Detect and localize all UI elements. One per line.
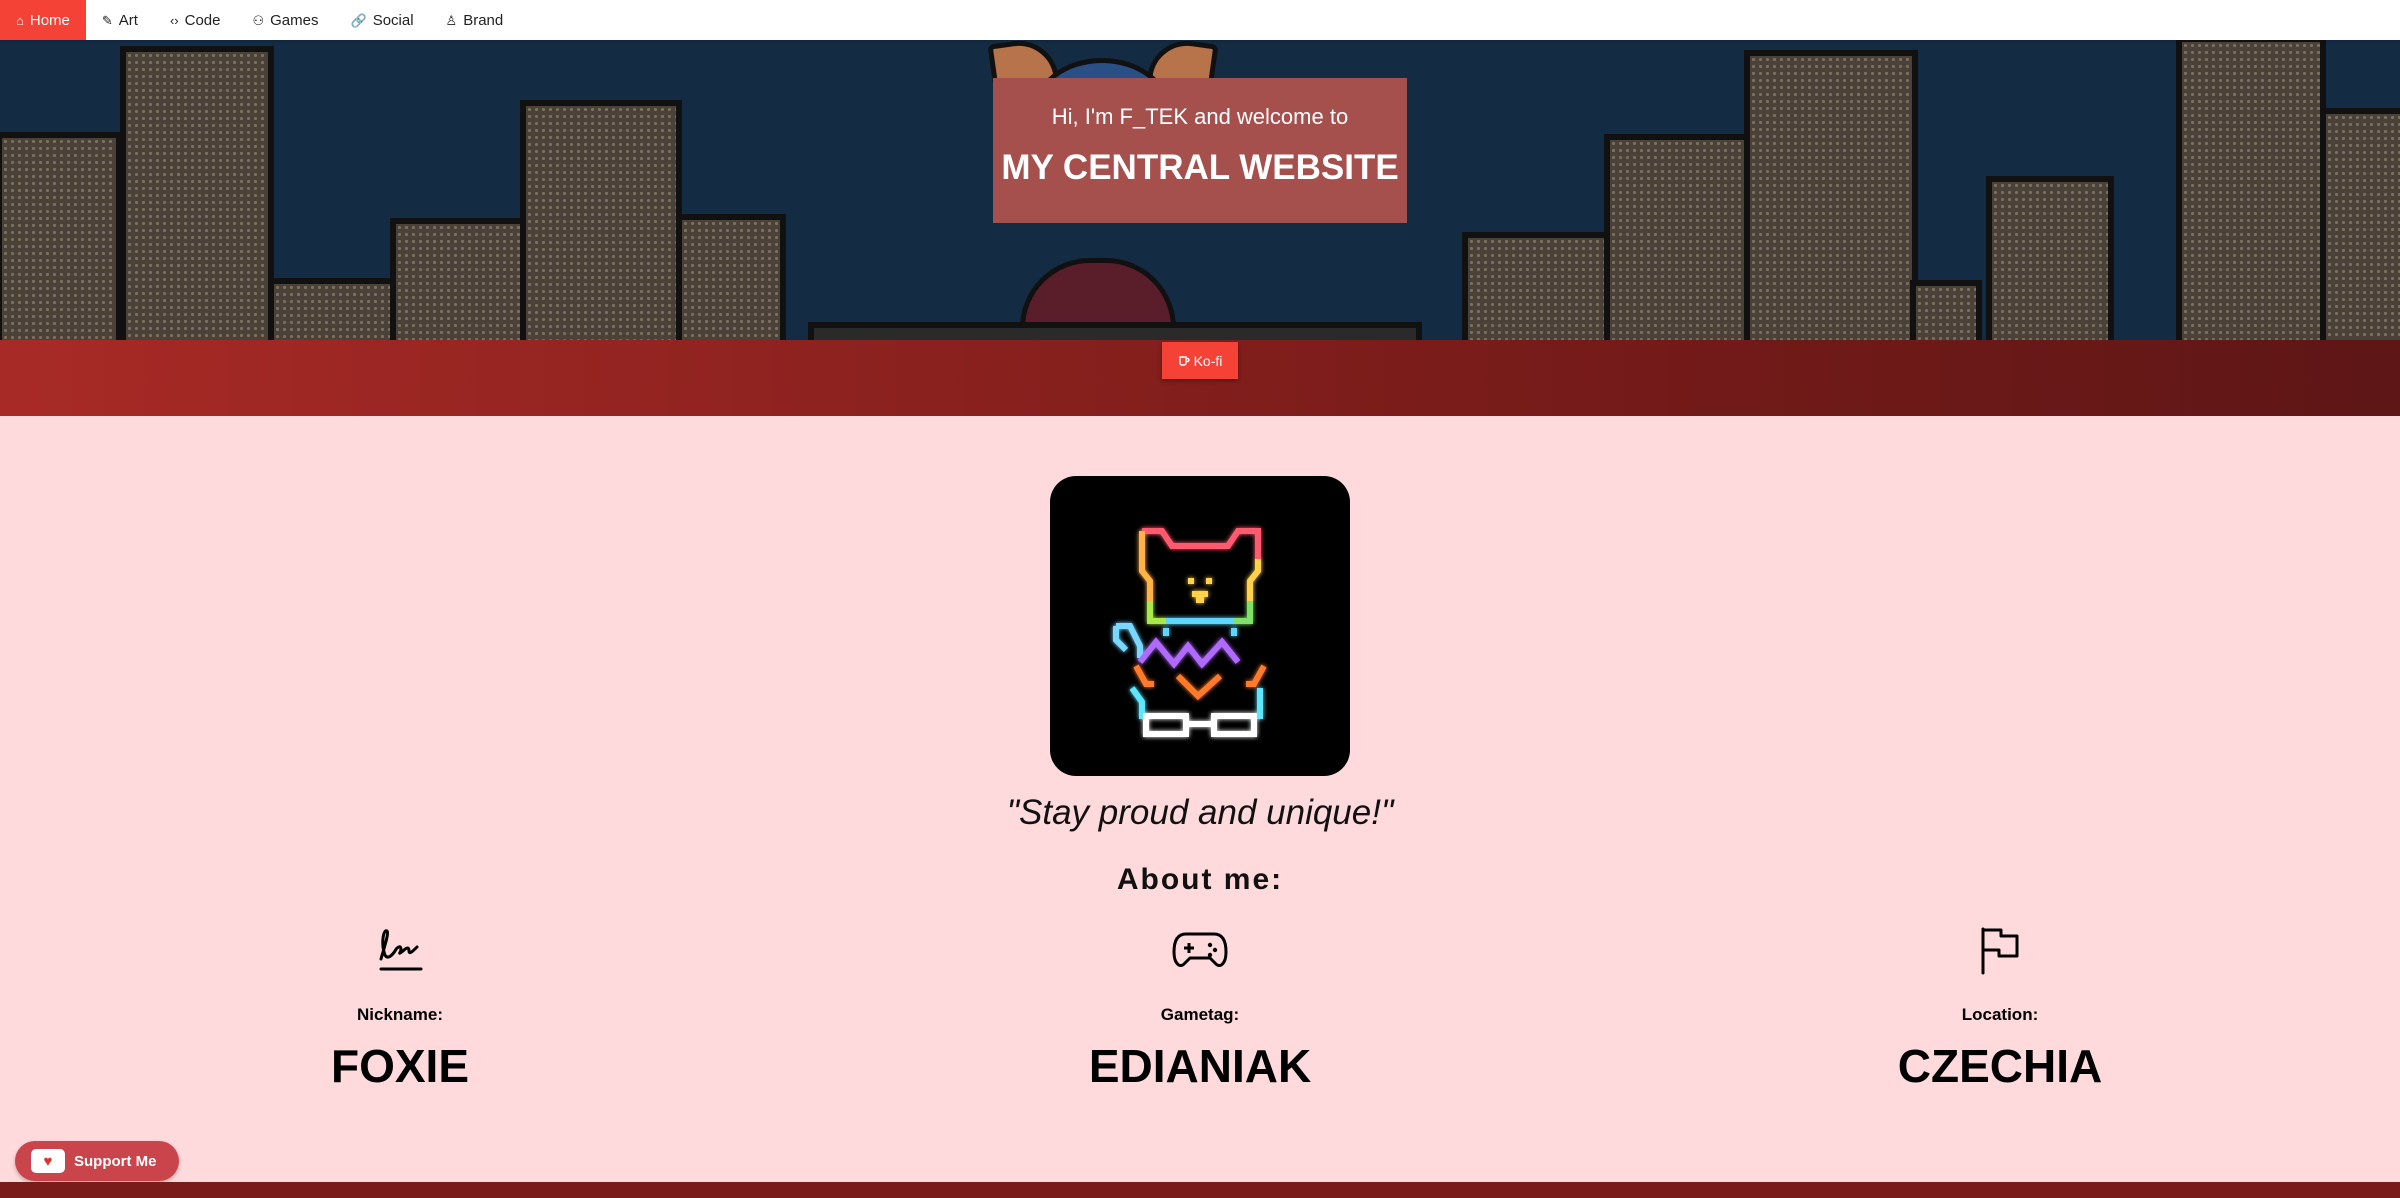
signature-icon [379, 929, 423, 971]
hero-title: MY CENTRAL WEBSITE [1001, 148, 1399, 187]
footer-bar [0, 1182, 2400, 1198]
nav-brand-label: Brand [463, 11, 504, 29]
avatar [1050, 476, 1350, 776]
nav-art-label: Art [118, 11, 138, 29]
quote: "Stay proud and unique!" [1006, 793, 1394, 832]
gamepad-icon [1172, 932, 1228, 967]
building [520, 100, 682, 340]
nav-art[interactable]: ✎ Art [86, 0, 154, 40]
nav-games-label: Games [270, 11, 319, 29]
building [1986, 176, 2114, 340]
desk [808, 322, 1422, 340]
user-icon: ♙ [445, 12, 458, 28]
pixel-fox-icon [1113, 528, 1267, 737]
nav-home[interactable]: ⌂ Home [0, 0, 86, 40]
gametag-label: Gametag: [1160, 1005, 1240, 1024]
nav-social-label: Social [372, 11, 414, 29]
building [0, 132, 122, 340]
building [1744, 50, 1918, 340]
code-icon: ‹› [169, 12, 179, 28]
link-icon: 🔗 [350, 12, 367, 28]
support-me-label: Support Me [74, 1152, 157, 1170]
building [2176, 40, 2326, 340]
nav-code[interactable]: ‹› Code [154, 0, 237, 40]
nav-games[interactable]: ⚇ Games [236, 0, 334, 40]
building [1604, 134, 1752, 340]
nickname-value: FOXIE [330, 1040, 470, 1092]
nav-brand[interactable]: ♙ Brand [430, 0, 520, 40]
nav-social[interactable]: 🔗 Social [335, 0, 430, 40]
hero-welcome-box: Hi, I'm F_TEK and welcome to MY CENTRAL … [993, 78, 1407, 223]
nickname-label: Nickname: [357, 1005, 443, 1024]
building [1910, 280, 1982, 340]
kofi-button[interactable]: Ko-fi [1162, 342, 1238, 379]
building [268, 278, 398, 340]
building [120, 46, 274, 340]
building [2320, 108, 2400, 340]
home-icon: ⌂ [16, 12, 24, 28]
about-nickname: Nickname: FOXIE [200, 920, 600, 1093]
about-location: Location: CZECHIA [1800, 920, 2200, 1093]
building [676, 214, 786, 340]
kofi-label: Ko-fi [1193, 352, 1223, 369]
about-heading: About me: [1116, 863, 1284, 896]
nav-code-label: Code [184, 11, 221, 29]
location-label: Location: [1961, 1005, 2039, 1024]
hero-subtitle: Hi, I'm F_TEK and welcome to [1051, 104, 1349, 129]
building [1462, 232, 1612, 340]
kofi-cup-icon: ♥ [31, 1149, 65, 1173]
support-me-button[interactable]: ♥ Support Me [15, 1141, 179, 1181]
flag-icon [1981, 927, 2019, 975]
cup-icon [1178, 356, 1190, 366]
building [390, 218, 526, 340]
nav-home-label: Home [29, 11, 70, 29]
about-gametag: Gametag: EDIANIAK [1000, 920, 1400, 1093]
gamepad-icon: ⚇ [252, 12, 265, 28]
location-value: CZECHIA [1897, 1040, 2103, 1092]
gametag-value: EDIANIAK [1088, 1040, 1312, 1092]
pencil-icon: ✎ [101, 12, 113, 28]
top-nav: ⌂ Home ✎ Art ‹› Code ⚇ Games 🔗 Social ♙ … [0, 0, 2400, 40]
